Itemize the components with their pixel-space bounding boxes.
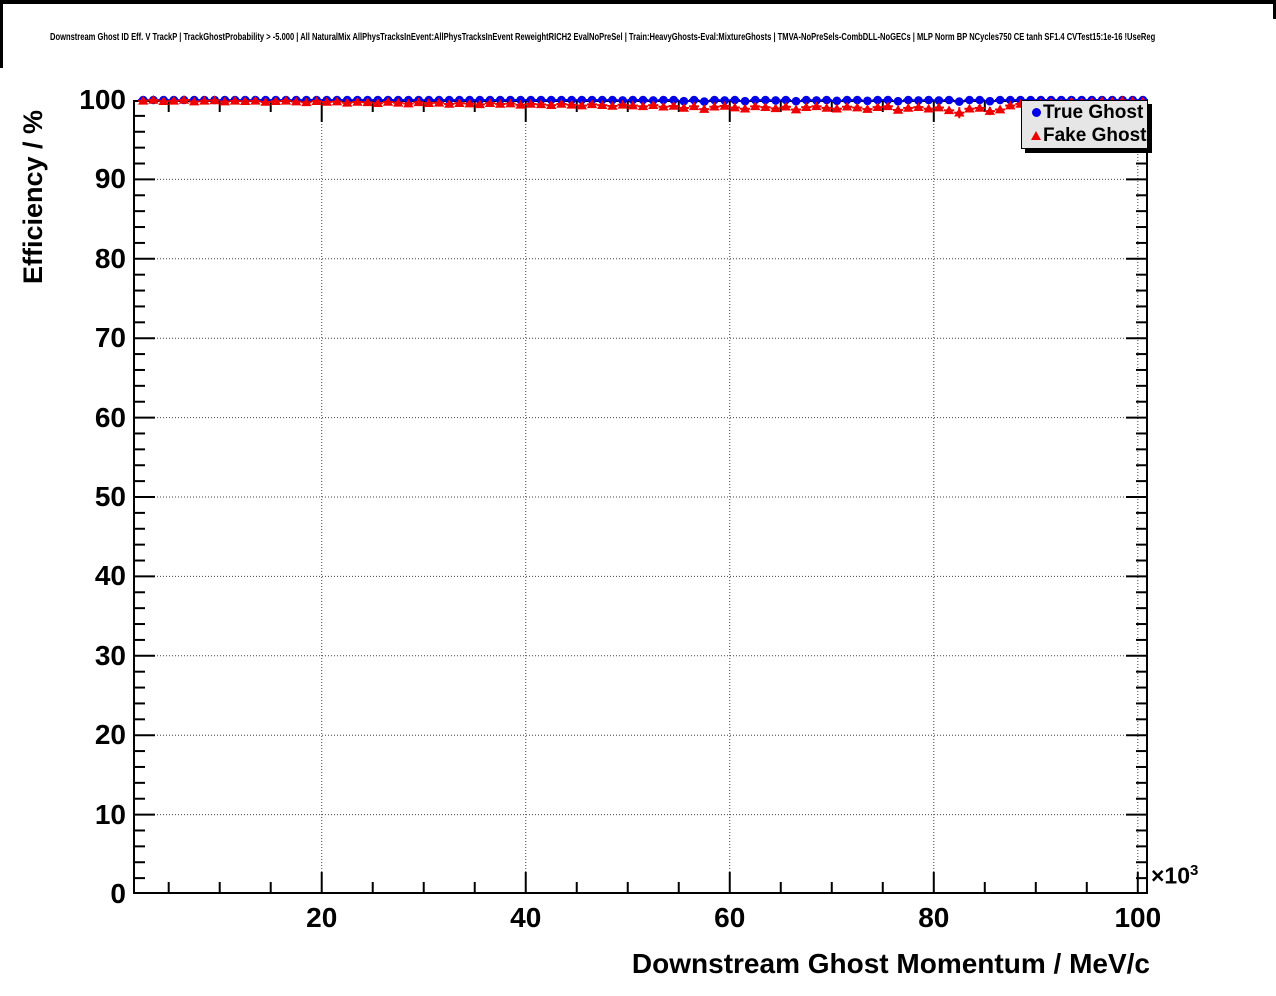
y-tick-label: 70 [38, 322, 126, 354]
y-tick-label: 50 [38, 481, 126, 513]
x-tick-label: 20 [272, 902, 372, 934]
y-tick-label: 60 [38, 402, 126, 434]
x-axis-title: Downstream Ghost Momentum / MeV/c [600, 948, 1150, 980]
circle-marker-icon [1032, 108, 1041, 117]
y-tick-label: 40 [38, 560, 126, 592]
legend-label: Fake Ghost [1043, 125, 1146, 147]
legend-entry-true-ghost: True Ghost [1022, 101, 1147, 124]
y-tick-label: 100 [38, 84, 126, 116]
legend-marker-cell [1029, 108, 1043, 117]
triangle-marker-icon [1031, 131, 1041, 140]
y-tick-label: 20 [38, 719, 126, 751]
legend-entry-fake-ghost: Fake Ghost [1022, 124, 1147, 147]
plot-area [133, 100, 1148, 894]
legend[interactable]: True Ghost Fake Ghost [1021, 100, 1148, 149]
x-tick-label: 100 [1088, 902, 1188, 934]
x-axis-exponent: ×103 [1151, 862, 1198, 890]
legend-marker-cell [1029, 131, 1043, 140]
x-tick-label: 80 [884, 902, 984, 934]
x-tick-label: 60 [680, 902, 780, 934]
y-tick-label: 10 [38, 799, 126, 831]
y-tick-label: 80 [38, 243, 126, 275]
root-canvas: Downstream Ghost ID Eff. V TrackP | Trac… [0, 0, 1276, 996]
y-tick-label: 0 [38, 878, 126, 910]
x-tick-label: 40 [476, 902, 576, 934]
y-tick-label: 90 [38, 163, 126, 195]
plot-title: Downstream Ghost ID Eff. V TrackP | Trac… [50, 31, 1155, 43]
canvas-border-top [0, 0, 1276, 4]
canvas-border-left [0, 0, 3, 68]
legend-label: True Ghost [1043, 102, 1143, 124]
y-tick-label: 30 [38, 640, 126, 672]
